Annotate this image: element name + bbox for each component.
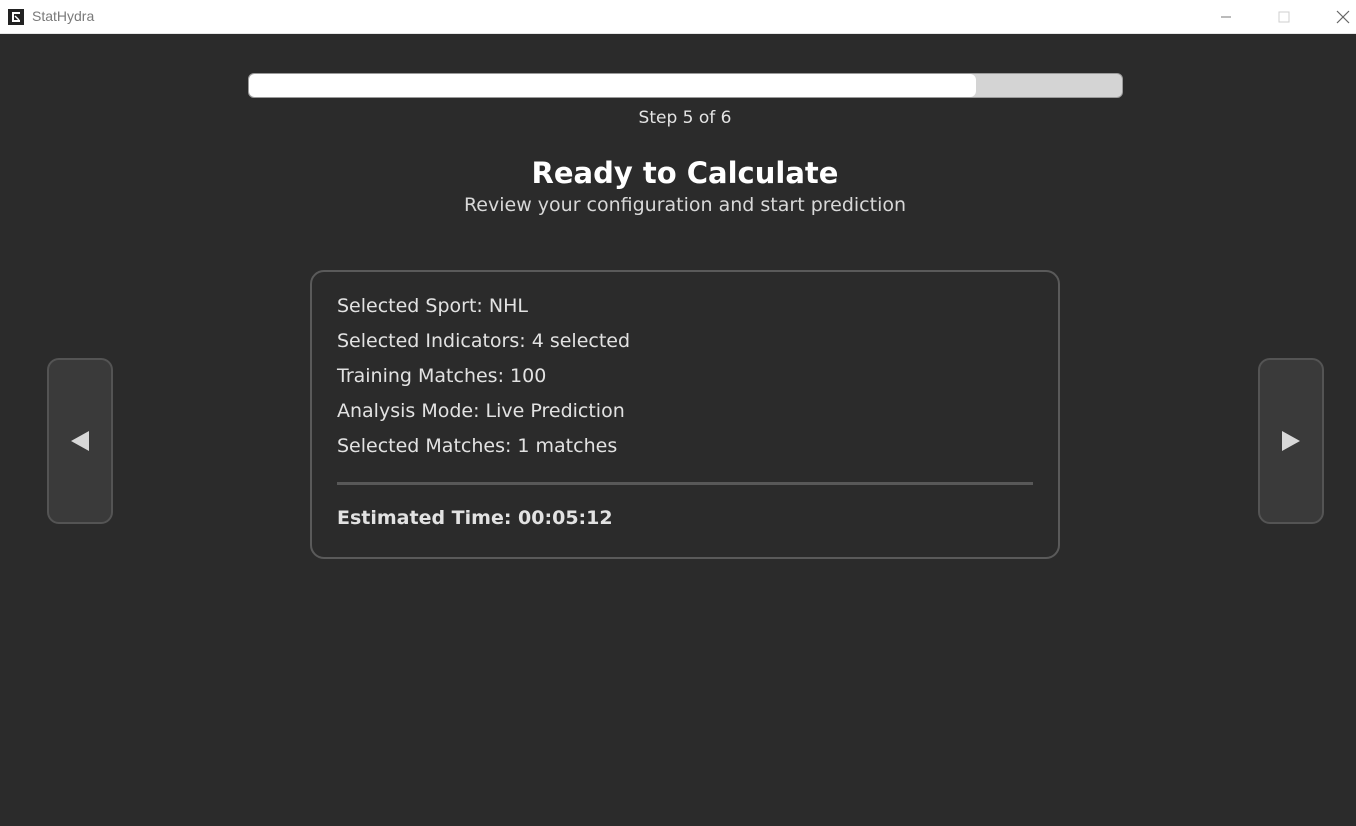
previous-step-button[interactable] [47,358,113,524]
estimated-time: Estimated Time: 00:05:12 [337,507,613,529]
close-button[interactable] [1320,0,1356,33]
next-step-button[interactable] [1258,358,1324,524]
page-subtitle: Review your configuration and start pred… [463,194,907,216]
minimize-icon [1221,16,1231,17]
step-indicator: Step 5 of 6 [638,108,732,128]
summary-training-matches: Training Matches: 100 [337,365,547,387]
right-triangle-icon [1282,431,1300,451]
summary-sport: Selected Sport: NHL [337,295,528,317]
wizard-content: Step 5 of 6 Ready to Calculate Review yo… [0,34,1356,826]
window-title: StatHydra [32,8,95,24]
minimize-button[interactable] [1203,0,1249,33]
progress-bar [248,73,1123,98]
close-icon [1336,10,1350,23]
maximize-button[interactable] [1261,0,1307,33]
configuration-summary-card: Selected Sport: NHL Selected Indicators:… [310,270,1060,559]
title-bar: StatHydra [0,0,1356,34]
progress-bar-fill [249,74,977,97]
summary-analysis-mode: Analysis Mode: Live Prediction [337,400,625,422]
summary-divider [337,482,1033,485]
summary-indicators: Selected Indicators: 4 selected [337,330,631,352]
left-triangle-icon [71,431,89,451]
app-logo-icon [8,9,24,25]
maximize-icon [1278,11,1290,22]
summary-selected-matches: Selected Matches: 1 matches [337,435,618,457]
page-title: Ready to Calculate [531,156,839,190]
